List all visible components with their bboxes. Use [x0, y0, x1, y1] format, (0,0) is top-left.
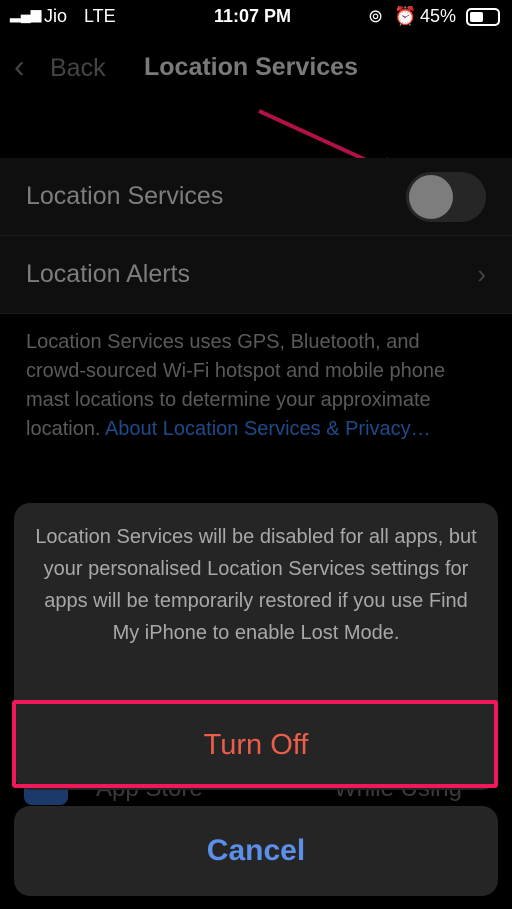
carrier: Jio [44, 6, 68, 26]
network: LTE [84, 6, 116, 26]
location-settings-group: Location Services Location Alerts › [0, 158, 512, 314]
nav-bar: ‹ Back Location Services [0, 44, 512, 92]
cancel-button[interactable]: Cancel [14, 806, 498, 896]
action-sheet-message: Location Services will be disabled for a… [35, 526, 477, 644]
highlight-box [12, 700, 498, 788]
rotation-lock-icon: ⊚ [368, 6, 384, 26]
location-services-toggle[interactable] [406, 171, 486, 222]
back-button[interactable]: Back [50, 54, 106, 83]
location-alerts-row[interactable]: Location Alerts › [0, 236, 512, 314]
about-privacy-link[interactable]: About Location Services & Privacy… [105, 418, 431, 440]
alarm-icon: ⏰ [394, 6, 417, 26]
clock: 11:07 PM [214, 6, 292, 26]
signal-icon: ▂▄▆ [10, 6, 42, 22]
battery-icon [466, 8, 500, 26]
status-bar: ▂▄▆ Jio LTE 11:07 PM ⊚ ⏰ 45% [0, 0, 512, 34]
battery-percent: 45% [420, 6, 457, 26]
back-chevron-icon[interactable]: ‹ [14, 48, 25, 85]
location-description: Location Services uses GPS, Bluetooth, a… [26, 331, 446, 440]
chevron-right-icon: › [477, 259, 486, 289]
location-services-row: Location Services [0, 158, 512, 236]
location-services-label: Location Services [26, 182, 224, 210]
page-title: Location Services [144, 53, 358, 81]
location-alerts-label: Location Alerts [26, 260, 190, 288]
